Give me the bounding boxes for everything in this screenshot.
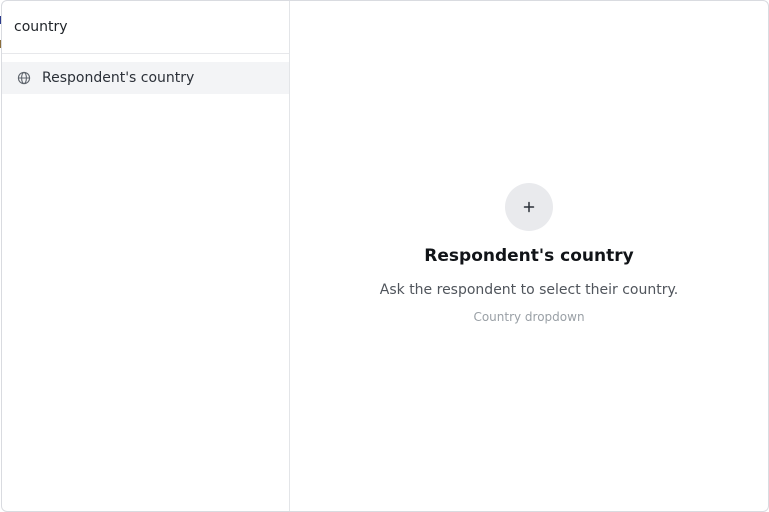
field-preview: Respondent's country Ask the respondent … bbox=[290, 183, 768, 324]
search-input[interactable] bbox=[14, 19, 277, 35]
globe-icon bbox=[17, 71, 31, 85]
plus-icon bbox=[523, 198, 535, 217]
preview-type-label: Country dropdown bbox=[473, 310, 585, 324]
field-picker-dialog: Respondent's country Respondent's countr… bbox=[1, 0, 769, 512]
result-item-respondents-country[interactable]: Respondent's country bbox=[2, 62, 289, 94]
results-list: Respondent's country bbox=[2, 54, 289, 94]
preview-description: Ask the respondent to select their count… bbox=[379, 282, 679, 298]
preview-title: Respondent's country bbox=[424, 246, 634, 266]
search-panel: Respondent's country bbox=[2, 1, 290, 511]
add-field-button[interactable] bbox=[505, 183, 553, 231]
search-bar bbox=[2, 1, 289, 54]
result-item-label: Respondent's country bbox=[42, 70, 195, 86]
preview-panel: Respondent's country Ask the respondent … bbox=[290, 1, 768, 511]
